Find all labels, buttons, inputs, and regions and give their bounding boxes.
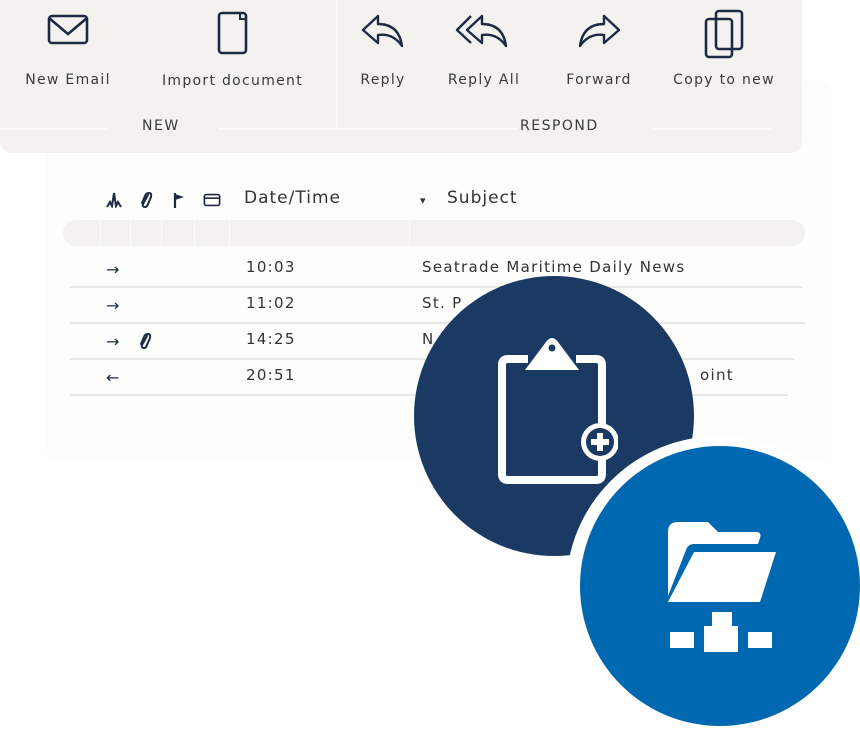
column-header-subject[interactable]: Subject: [447, 186, 518, 210]
forward-icon: [575, 12, 623, 54]
incoming-arrow-icon: →: [106, 296, 120, 315]
status-icon[interactable]: [105, 190, 123, 210]
network-folder-icon: [668, 522, 776, 652]
group-line: [218, 128, 518, 130]
reply-all-icon: [455, 12, 513, 54]
column-header-datetime[interactable]: Date/Time: [244, 186, 341, 210]
folder-icon[interactable]: [203, 190, 221, 210]
group-label-respond: RESPOND: [520, 118, 599, 134]
reply-all-button[interactable]: Reply All: [436, 0, 532, 100]
group-line: [0, 128, 108, 130]
row-subject: Seatrade Maritime Daily News: [422, 258, 686, 276]
incoming-arrow-icon: →: [106, 332, 120, 351]
group-label-new: NEW: [142, 118, 180, 134]
copy-icon: [701, 8, 747, 64]
document-icon: [216, 10, 250, 60]
incoming-arrow-icon: →: [106, 260, 120, 279]
row-subject: St. P: [422, 294, 463, 312]
envelope-icon: [46, 12, 90, 50]
row-subject: oint: [700, 366, 734, 384]
sort-indicator-icon[interactable]: ▾: [420, 188, 427, 212]
clipboard-plus-icon: [498, 338, 618, 484]
row-time: 10:03: [246, 258, 296, 276]
flag-icon[interactable]: [170, 190, 188, 210]
ribbon-toolbar: New Email Import document Reply Reply Al…: [0, 0, 802, 153]
attachment-icon: [138, 332, 152, 354]
table-row[interactable]: → 10:03 Seatrade Maritime Daily News: [70, 252, 802, 288]
row-time: 14:25: [246, 330, 296, 348]
new-email-button[interactable]: New Email: [14, 0, 122, 100]
row-time: 11:02: [246, 294, 296, 312]
row-time: 20:51: [246, 366, 296, 384]
attachment-icon[interactable]: [137, 190, 155, 210]
table-row[interactable]: → 11:02 St. P: [70, 288, 805, 324]
filter-row[interactable]: [63, 220, 805, 246]
outgoing-arrow-icon: ←: [106, 368, 120, 387]
group-divider: [336, 0, 338, 130]
group-line: [652, 128, 772, 130]
reply-button[interactable]: Reply: [350, 0, 416, 100]
network-folder-badge: [580, 446, 860, 726]
reply-icon: [359, 12, 407, 54]
import-document-button[interactable]: Import document: [145, 0, 320, 100]
copy-to-new-button[interactable]: Copy to new: [660, 0, 788, 100]
forward-button[interactable]: Forward: [554, 0, 644, 100]
